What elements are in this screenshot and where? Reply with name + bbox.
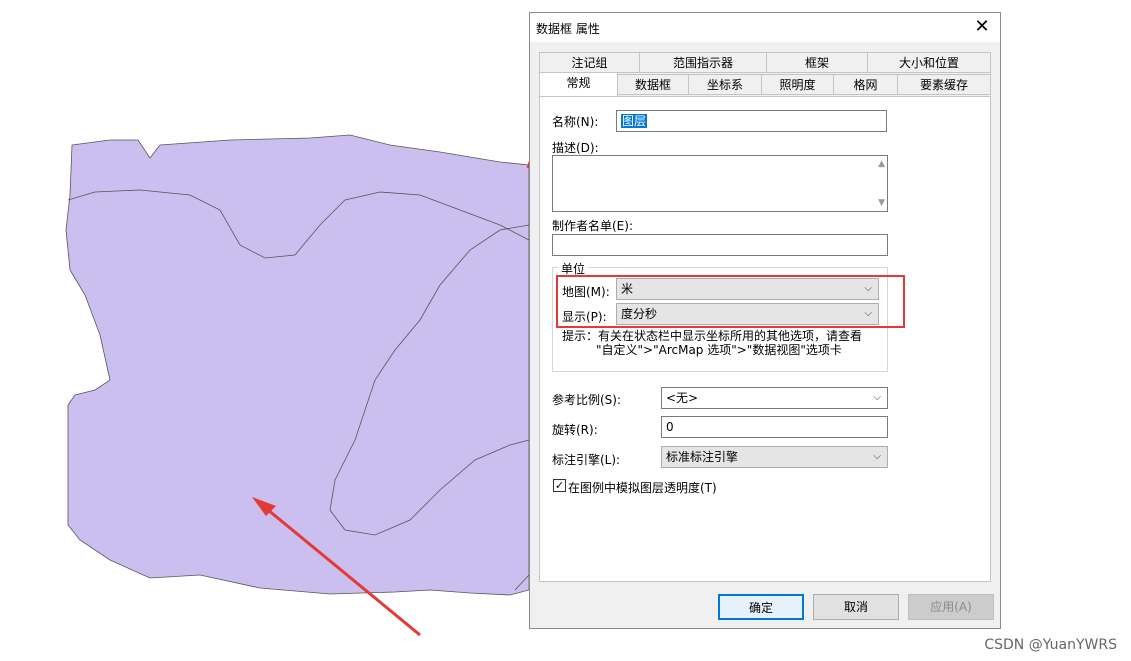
tab-data-frame[interactable]: 数据框 (617, 74, 689, 95)
rotation-label: 旋转(R): (552, 423, 598, 437)
reference-scale-label: 参考比例(S): (552, 393, 622, 407)
rotation-field[interactable]: 0 (661, 416, 888, 438)
ok-button[interactable]: 确定 (718, 594, 804, 620)
name-field[interactable]: 图层 (616, 110, 887, 132)
hint-line-1: 提示：有关在状态栏中显示坐标所用的其他选项，请查看 (562, 329, 863, 343)
label-engine-label: 标注引擎(L): (552, 453, 621, 467)
watermark: CSDN @YuanYWRS (984, 637, 1117, 653)
hint-line-2: "自定义">"ArcMap 选项">"数据视图"选项卡 (596, 343, 842, 357)
scroll-up-icon[interactable]: ▲ (878, 159, 885, 169)
simulate-transparency-checkbox[interactable]: ✓ (553, 479, 566, 492)
tab-extent-indicators[interactable]: 范围指示器 (639, 52, 767, 73)
tab-annotation-groups[interactable]: 注记组 (539, 52, 640, 73)
title-bar: 数据框 属性 ✕ (530, 13, 1000, 42)
tab-frame[interactable]: 框架 (766, 52, 868, 73)
credits-label: 制作者名单(E): (552, 219, 633, 233)
description-label: 描述(D): (552, 141, 599, 155)
tab-grids[interactable]: 格网 (833, 74, 898, 95)
close-icon[interactable]: ✕ (970, 15, 994, 39)
name-value: 图层 (621, 114, 648, 128)
name-label: 名称(N): (552, 115, 599, 129)
reference-scale-value: <无> (666, 391, 699, 405)
description-field[interactable]: ▲ ▼ (552, 155, 888, 212)
tab-general[interactable]: 常规 (539, 72, 618, 96)
apply-button[interactable]: 应用(A) (908, 594, 994, 620)
properties-dialog: 数据框 属性 ✕ 注记组 范围指示器 框架 大小和位置 常规 数据框 坐标系 照… (529, 12, 1001, 629)
simulate-transparency-label: 在图例中模拟图层透明度(T) (568, 481, 717, 495)
reference-scale-select[interactable]: <无> ⌵ (661, 387, 888, 409)
highlight-box (556, 275, 905, 328)
label-engine-value: 标准标注引擎 (666, 450, 739, 464)
tab-feature-cache[interactable]: 要素缓存 (897, 74, 991, 95)
chevron-down-icon: ⌵ (873, 451, 881, 462)
tab-illumination[interactable]: 照明度 (761, 74, 834, 95)
tab-coordinate-system[interactable]: 坐标系 (688, 74, 762, 95)
chevron-down-icon: ⌵ (873, 392, 881, 403)
label-engine-select[interactable]: 标准标注引擎 ⌵ (661, 446, 888, 468)
cancel-button[interactable]: 取消 (813, 594, 899, 620)
map-polygon (65, 134, 530, 596)
credits-field[interactable] (552, 234, 888, 256)
dialog-title: 数据框 属性 (536, 22, 600, 36)
tab-size-position[interactable]: 大小和位置 (867, 52, 991, 73)
scroll-down-icon[interactable]: ▼ (878, 198, 885, 208)
